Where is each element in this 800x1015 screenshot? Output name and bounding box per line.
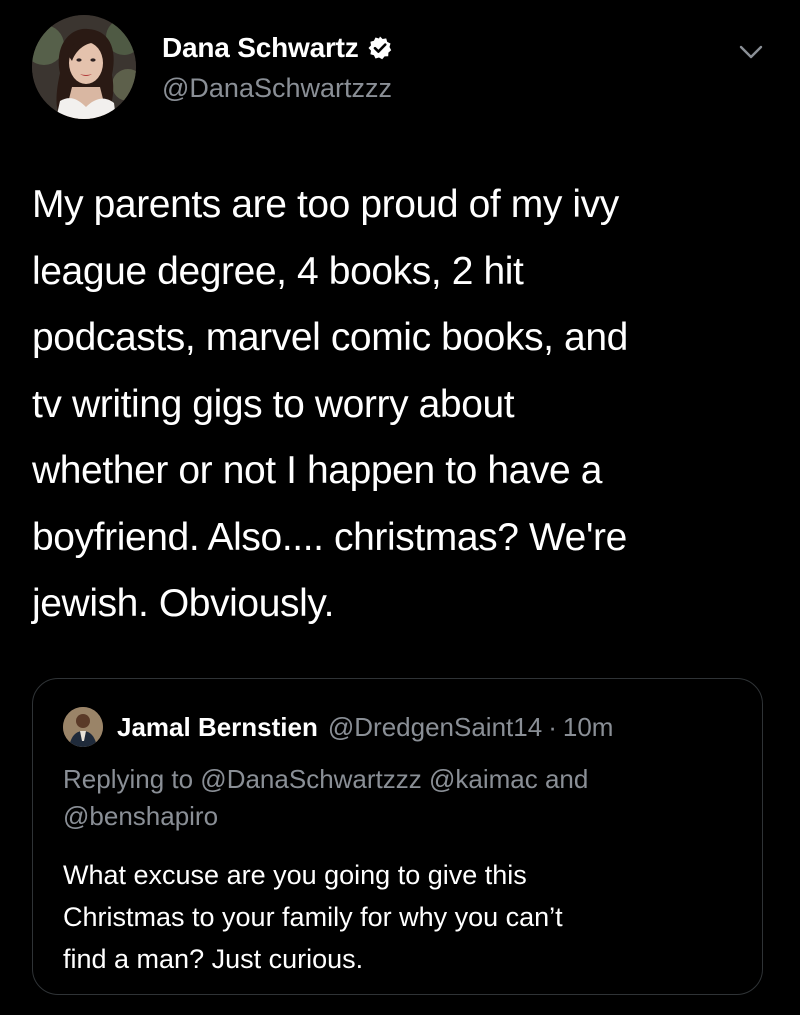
author-name[interactable]: Dana Schwartz (162, 31, 359, 65)
tweet-text: My parents are too proud of my ivy leagu… (32, 172, 772, 638)
quoted-author-avatar[interactable] (63, 707, 103, 747)
replying-to-line: Replying to @DanaSchwartzzz @kaimac and (63, 764, 589, 794)
separator-dot: · (548, 711, 557, 742)
tweet-text-line: boyfriend. Also.... christmas? We're (32, 515, 627, 559)
tweet-text-line: jewish. Obviously. (32, 582, 335, 625)
chevron-down-icon[interactable] (738, 44, 764, 60)
author-handle[interactable]: @DanaSchwartzzz (162, 71, 393, 105)
quoted-text-line: What excuse are you going to give this (63, 860, 527, 890)
author-avatar[interactable] (32, 15, 136, 119)
quoted-text-line: Christmas to your family for why you can… (63, 902, 563, 932)
quoted-text-line: find a man? Just curious. (63, 944, 364, 974)
quoted-author-handle[interactable]: @DredgenSaint14 (328, 712, 542, 743)
replying-to: Replying to @DanaSchwartzzz @kaimac and … (63, 761, 743, 835)
verified-badge-icon (367, 35, 393, 61)
quoted-tweet-header: Jamal Bernstien @DredgenSaint14 · 10m (63, 707, 613, 747)
author-name-row: Dana Schwartz (162, 31, 393, 65)
tweet-text-line: whether or not I happen to have a (32, 449, 603, 492)
profile-photo-icon (32, 15, 136, 119)
quoted-tweet-card[interactable]: Jamal Bernstien @DredgenSaint14 · 10m Re… (32, 678, 763, 995)
tweet-text-line: My parents are too proud of my ivy (32, 183, 619, 226)
tweet-text-line: league degree, 4 books, 2 hit (32, 249, 524, 293)
tweet-text-line: tv writing gigs to worry about (32, 382, 515, 426)
author-block: Dana Schwartz @DanaSchwartzzz (162, 31, 393, 105)
quoted-timestamp[interactable]: 10m (563, 712, 614, 743)
quoted-author-name[interactable]: Jamal Bernstien (117, 712, 318, 743)
quoted-profile-photo-icon (63, 707, 103, 747)
tweet-text-line: podcasts, marvel comic books, and (32, 316, 628, 359)
quoted-tweet-text: What excuse are you going to give this C… (63, 854, 743, 980)
tweet-card: Dana Schwartz @DanaSchwartzzz My parents… (0, 0, 800, 1015)
replying-to-line: @benshapiro (63, 801, 219, 831)
